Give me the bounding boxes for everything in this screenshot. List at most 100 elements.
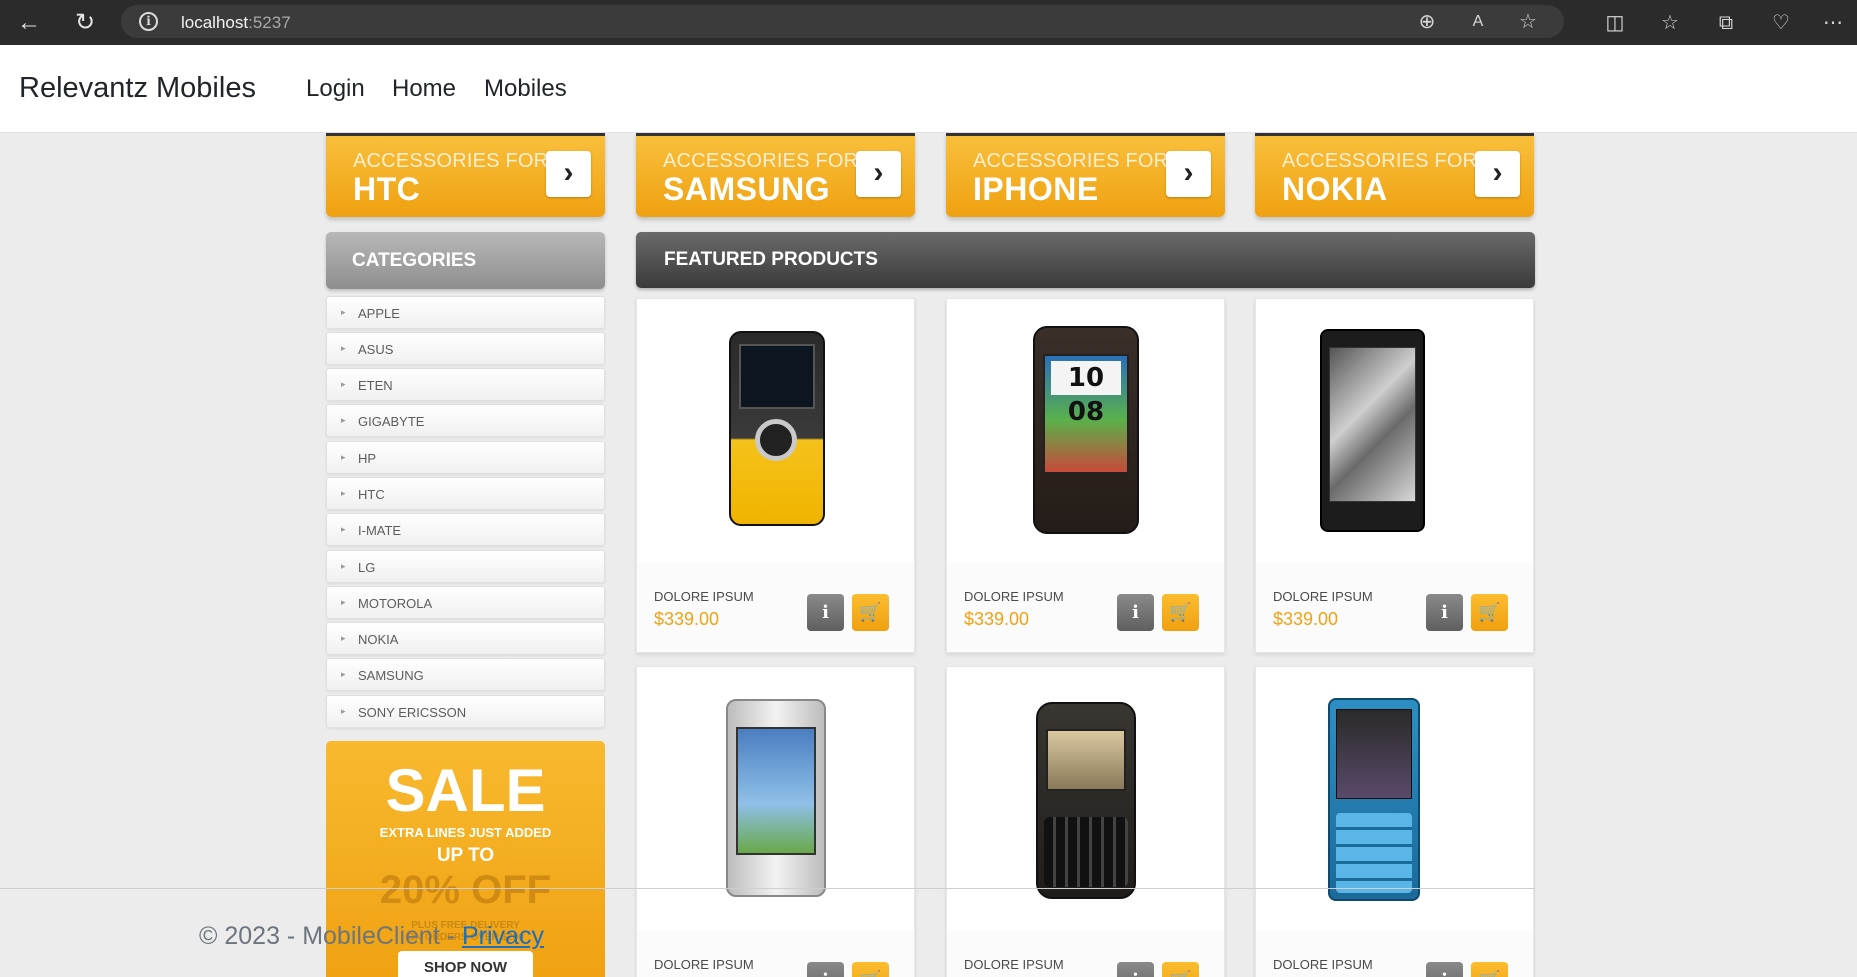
category-item[interactable]: ▸ ASUS [326,332,605,365]
categories-header: CATEGORIES [326,232,605,289]
chevron-right-icon[interactable]: › [546,151,591,197]
product-name: DOLORE IPSUM [964,589,1064,604]
read-aloud-icon[interactable]: A [1463,7,1493,37]
product-card[interactable]: DOLORE IPSUM i 🛒 [946,666,1225,977]
product-image: 10 08 [947,299,1224,563]
product-image [1256,299,1533,563]
category-item[interactable]: ▸ ETEN [326,368,605,401]
cart-icon[interactable]: 🛒 [1162,962,1199,977]
store-page-image: ACCESSORIES FOR HTC › ACCESSORIES FOR SA… [0,133,1857,977]
bullet-icon: ▸ [341,452,346,462]
bullet-icon: ▸ [341,597,346,607]
category-item[interactable]: ▸ SONY ERICSSON [326,695,605,728]
info-icon[interactable]: i [1117,962,1154,977]
accessories-nokia-banner[interactable]: ACCESSORIES FOR NOKIA › [1255,133,1534,217]
bullet-icon: ▸ [341,343,346,353]
chevron-right-icon[interactable]: › [1475,151,1520,197]
bullet-icon: ▸ [341,379,346,389]
category-item[interactable]: ▸ LG [326,550,605,583]
sale-upto: UP TO [436,845,495,866]
product-image [637,667,914,931]
chevron-right-icon[interactable]: › [856,151,901,197]
featured-products-header: FEATURED PRODUCTS [636,232,1535,288]
category-item[interactable]: ▸ NOKIA [326,622,605,655]
shop-now-button[interactable]: SHOP NOW [398,951,533,977]
category-label: HP [358,451,377,466]
reload-icon[interactable]: ↻ [68,6,102,40]
nav-login-link[interactable]: Login [306,75,365,103]
address-bar[interactable]: i localhost:5237 ⊕ A ☆ [121,5,1564,38]
category-label: SAMSUNG [358,668,424,683]
bullet-icon: ▸ [341,633,346,643]
cart-icon[interactable]: 🛒 [1471,962,1508,977]
product-price: $339.00 [1273,609,1339,629]
category-label: MOTOROLA [358,596,433,611]
category-item[interactable]: ▸ APPLE [326,296,605,329]
back-arrow-icon[interactable]: ← [12,6,46,40]
more-menu-icon[interactable]: ⋯ [1818,8,1848,38]
product-card[interactable]: DOLORE IPSUM $339.00 i 🛒 [636,298,915,653]
info-icon[interactable]: i [1426,594,1463,631]
favorites-icon[interactable]: ☆ [1655,8,1685,38]
accessories-prefix: ACCESSORIES FOR [663,150,859,172]
product-image [1256,667,1533,931]
category-item[interactable]: ▸ SAMSUNG [326,658,605,691]
product-card[interactable]: 10 08 DOLORE IPSUM $339.00 i 🛒 [946,298,1225,653]
product-card[interactable]: DOLORE IPSUM i 🛒 [636,666,915,977]
brand-link[interactable]: Relevantz Mobiles [19,72,256,105]
product-name: DOLORE IPSUM [654,957,754,972]
accessories-brand: IPHONE [973,171,1099,207]
product-name: DOLORE IPSUM [654,589,754,604]
sale-discount: 20% OFF [379,868,552,912]
cart-icon[interactable]: 🛒 [852,594,889,631]
category-label: HTC [358,487,385,502]
collections-icon[interactable]: ⧉ [1711,8,1741,38]
site-info-icon[interactable]: i [139,12,158,31]
bullet-icon: ▸ [341,488,346,498]
category-label: APPLE [358,306,400,321]
chevron-right-icon[interactable]: › [1166,151,1211,197]
product-card[interactable]: DOLORE IPSUM i 🛒 [1255,666,1534,977]
category-item[interactable]: ▸ HTC [326,477,605,510]
url-text: localhost:5237 [181,13,291,32]
product-name: DOLORE IPSUM [964,957,1064,972]
nav-mobiles-link[interactable]: Mobiles [484,75,567,103]
info-icon[interactable]: i [807,594,844,631]
bullet-icon: ▸ [341,561,346,571]
favorite-star-icon[interactable]: ☆ [1513,7,1543,37]
browser-essentials-icon[interactable]: ♡ [1766,8,1796,38]
info-icon[interactable]: i [1426,962,1463,977]
footer: © 2023 - MobileClient - Privacy [199,922,544,951]
category-label: LG [358,560,376,575]
privacy-link[interactable]: Privacy [462,922,544,950]
category-item[interactable]: ▸ I-MATE [326,513,605,546]
cart-icon[interactable]: 🛒 [852,962,889,977]
accessories-prefix: ACCESSORIES FOR [353,150,549,172]
accessories-iphone-banner[interactable]: ACCESSORIES FOR IPHONE › [946,133,1225,217]
category-label: GIGABYTE [358,414,425,429]
category-label: SONY ERICSSON [358,705,467,720]
product-price: $339.00 [654,609,720,629]
nav-home-link[interactable]: Home [392,75,456,103]
accessories-htc-banner[interactable]: ACCESSORIES FOR HTC › [326,133,605,217]
split-screen-icon[interactable]: ◫ [1600,8,1630,38]
product-image [947,667,1224,931]
info-icon[interactable]: i [807,962,844,977]
zoom-icon[interactable]: ⊕ [1412,7,1442,37]
product-price: $339.00 [964,609,1030,629]
info-icon[interactable]: i [1117,594,1154,631]
cart-icon[interactable]: 🛒 [1471,594,1508,631]
accessories-samsung-banner[interactable]: ACCESSORIES FOR SAMSUNG › [636,133,915,217]
cart-icon[interactable]: 🛒 [1162,594,1199,631]
category-item[interactable]: ▸ HP [326,441,605,474]
copyright-text: © 2023 - MobileClient - [199,922,462,950]
category-label: ETEN [358,378,393,393]
category-item[interactable]: ▸ GIGABYTE [326,404,605,437]
category-label: I-MATE [358,523,402,538]
product-card[interactable]: DOLORE IPSUM $339.00 i 🛒 [1255,298,1534,653]
category-item[interactable]: ▸ MOTOROLA [326,586,605,619]
accessories-brand: NOKIA [1282,171,1388,207]
sale-title: SALE [385,757,546,824]
footer-divider [0,888,1535,889]
product-name: DOLORE IPSUM [1273,589,1373,604]
